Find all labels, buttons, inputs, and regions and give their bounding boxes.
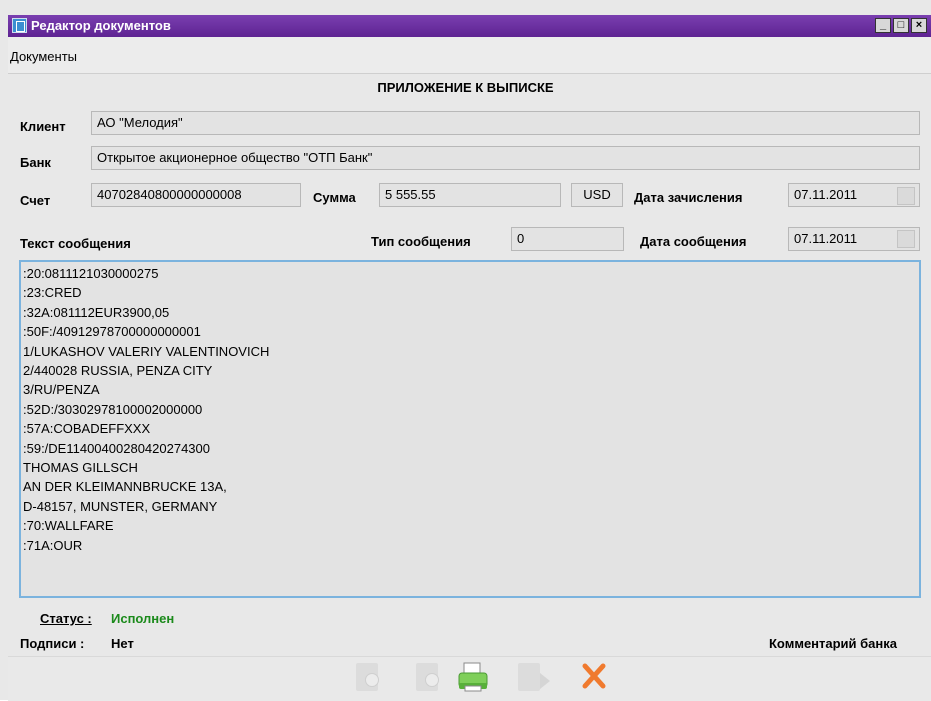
message-line: AN DER KLEIMANNBRUCKE 13A,: [23, 479, 227, 495]
menu-bar: Документы: [8, 37, 931, 74]
message-date-calendar-icon[interactable]: [897, 230, 915, 248]
export-icon: [514, 659, 554, 695]
account-field[interactable]: 40702840800000000008: [91, 183, 301, 207]
message-line: 1/LUKASHOV VALERIY VALENTINOVICH: [23, 343, 270, 359]
amount-field[interactable]: 5 555.55: [379, 183, 561, 207]
message-line: :70:WALLFARE: [23, 518, 114, 534]
message-line: :50F:/40912978700000000001: [23, 324, 201, 340]
title-bar[interactable]: Редактор документов _ □ ×: [8, 15, 931, 37]
app-icon: [12, 18, 27, 33]
close-button[interactable]: ×: [911, 18, 927, 33]
message-type-label: Тип сообщения: [371, 234, 471, 249]
credit-date-calendar-icon[interactable]: [897, 187, 915, 205]
delete-icon[interactable]: [574, 659, 614, 695]
message-line: :52D:/30302978100002000000: [23, 401, 203, 417]
message-text-label: Текст сообщения: [20, 236, 131, 251]
document-editor-window: Редактор документов _ □ × Документы ПРИЛ…: [0, 0, 931, 701]
message-line: D-48157, MUNSTER, GERMANY: [23, 498, 218, 514]
message-line: THOMAS GILLSCH: [23, 460, 138, 476]
bank-field[interactable]: Открытое акционерное общество "ОТП Банк": [91, 146, 920, 170]
status-label[interactable]: Статус :: [40, 611, 92, 626]
bottom-toolbar: [8, 656, 931, 701]
signatures-value: Нет: [111, 636, 134, 651]
print-icon[interactable]: [454, 659, 494, 695]
menu-documents[interactable]: Документы: [10, 49, 77, 64]
remove-sign-icon: [408, 659, 448, 695]
message-text-area[interactable]: :20:0811121030000275 :23:CRED :32A:081112E…: [19, 260, 921, 598]
message-line: :71A:OUR: [23, 537, 83, 553]
message-line: :32A:081112EUR3900,05: [23, 304, 170, 320]
message-type-field[interactable]: 0: [511, 227, 624, 251]
message-line: :57A:COBADEFFXXX: [23, 421, 151, 437]
client-label: Клиент: [20, 119, 66, 134]
window-title: Редактор документов: [31, 18, 171, 33]
account-label: Счет: [20, 193, 51, 208]
credit-date-label: Дата зачисления: [634, 190, 743, 205]
message-line: 2/440028 RUSSIA, PENZA CITY: [23, 363, 213, 379]
client-field[interactable]: АО "Мелодия": [91, 111, 920, 135]
form-heading: ПРИЛОЖЕНИЕ К ВЫПИСКЕ: [377, 80, 554, 95]
status-value: Исполнен: [111, 611, 175, 626]
sign-icon: [348, 659, 388, 695]
bank-label: Банк: [20, 155, 51, 170]
amount-label: Сумма: [313, 190, 356, 205]
message-line: :20:0811121030000275: [23, 266, 159, 281]
message-line: :59:/DE11400400280420274300: [23, 440, 210, 456]
message-date-label: Дата сообщения: [640, 234, 747, 249]
maximize-button[interactable]: □: [893, 18, 909, 33]
message-line: :23:CRED: [23, 285, 82, 301]
currency-field[interactable]: USD: [571, 183, 623, 207]
message-line: 3/RU/PENZA: [23, 382, 100, 398]
bank-comment-label[interactable]: Комментарий банка: [769, 636, 897, 651]
minimize-button[interactable]: _: [875, 18, 891, 33]
signatures-label: Подписи :: [20, 636, 85, 651]
